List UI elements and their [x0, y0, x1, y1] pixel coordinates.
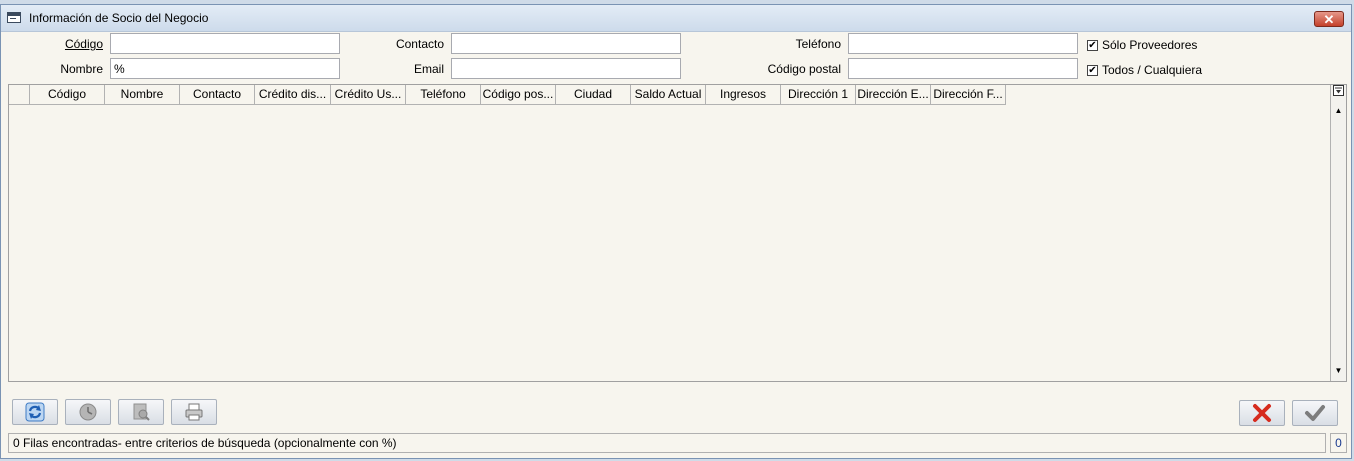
- email-label: Email: [413, 62, 444, 76]
- print-icon: [185, 403, 203, 421]
- cancel-icon: [1253, 404, 1271, 422]
- nombre-input[interactable]: [110, 58, 340, 79]
- history-button[interactable]: [65, 399, 111, 425]
- vertical-scrollbar[interactable]: ▲ ▼: [1330, 85, 1346, 381]
- column-header[interactable]: Crédito Us...: [331, 85, 406, 105]
- contacto-input[interactable]: [451, 33, 681, 54]
- refresh-icon: [25, 402, 45, 422]
- zoom-icon: [133, 403, 150, 421]
- table-header: Código Nombre Contacto Crédito dis... Cr…: [9, 85, 1006, 105]
- scroll-up-icon[interactable]: ▲: [1331, 103, 1346, 119]
- row-count: 0: [1330, 433, 1347, 453]
- cancel-button[interactable]: [1239, 400, 1285, 426]
- column-header[interactable]: Dirección F...: [931, 85, 1006, 105]
- codigo-label: Código: [64, 37, 103, 51]
- column-header[interactable]: Nombre: [105, 85, 180, 105]
- close-button[interactable]: ✕: [1314, 11, 1344, 27]
- refresh-button[interactable]: [12, 399, 58, 425]
- telefono-input[interactable]: [848, 33, 1078, 54]
- window-title: Información de Socio del Negocio: [29, 11, 209, 25]
- codigo-postal-label: Código postal: [767, 62, 841, 76]
- column-header[interactable]: Crédito dis...: [255, 85, 331, 105]
- history-icon: [79, 403, 97, 421]
- results-table[interactable]: Código Nombre Contacto Crédito dis... Cr…: [8, 84, 1347, 382]
- contacto-label: Contacto: [395, 37, 444, 51]
- solo-proveedores-label: Sólo Proveedores: [1102, 38, 1198, 52]
- ok-button[interactable]: [1292, 400, 1338, 426]
- column-header[interactable]: Contacto: [180, 85, 255, 105]
- todos-label: Todos / Cualquiera: [1102, 63, 1203, 77]
- codigo-postal-input[interactable]: [848, 58, 1078, 79]
- row-selector-header: [9, 85, 30, 105]
- scroll-down-icon[interactable]: ▼: [1331, 363, 1346, 379]
- todos-checkbox[interactable]: ✔: [1087, 65, 1098, 76]
- column-header[interactable]: Ingresos: [706, 85, 781, 105]
- column-header[interactable]: Teléfono: [406, 85, 481, 105]
- column-header[interactable]: Dirección 1: [781, 85, 856, 105]
- email-input[interactable]: [451, 58, 681, 79]
- window-icon: [7, 12, 21, 23]
- nombre-label: Nombre: [60, 62, 103, 76]
- business-partner-info-window: Información de Socio del Negocio ✕ Códig…: [0, 4, 1352, 459]
- solo-proveedores-checkbox[interactable]: ✔: [1087, 40, 1098, 51]
- column-header[interactable]: Código: [30, 85, 105, 105]
- column-header[interactable]: Saldo Actual: [631, 85, 706, 105]
- column-header[interactable]: Ciudad: [556, 85, 631, 105]
- ok-icon: [1305, 405, 1325, 421]
- column-header[interactable]: Dirección E...: [856, 85, 931, 105]
- status-message: 0 Filas encontradas- entre criterios de …: [8, 433, 1326, 453]
- telefono-label: Teléfono: [795, 37, 841, 51]
- column-chooser-icon[interactable]: [1331, 85, 1346, 99]
- print-button[interactable]: [171, 399, 217, 425]
- column-header[interactable]: Código pos...: [481, 85, 556, 105]
- zoom-button[interactable]: [118, 399, 164, 425]
- codigo-input[interactable]: [110, 33, 340, 54]
- title-bar: Información de Socio del Negocio ✕: [1, 5, 1351, 32]
